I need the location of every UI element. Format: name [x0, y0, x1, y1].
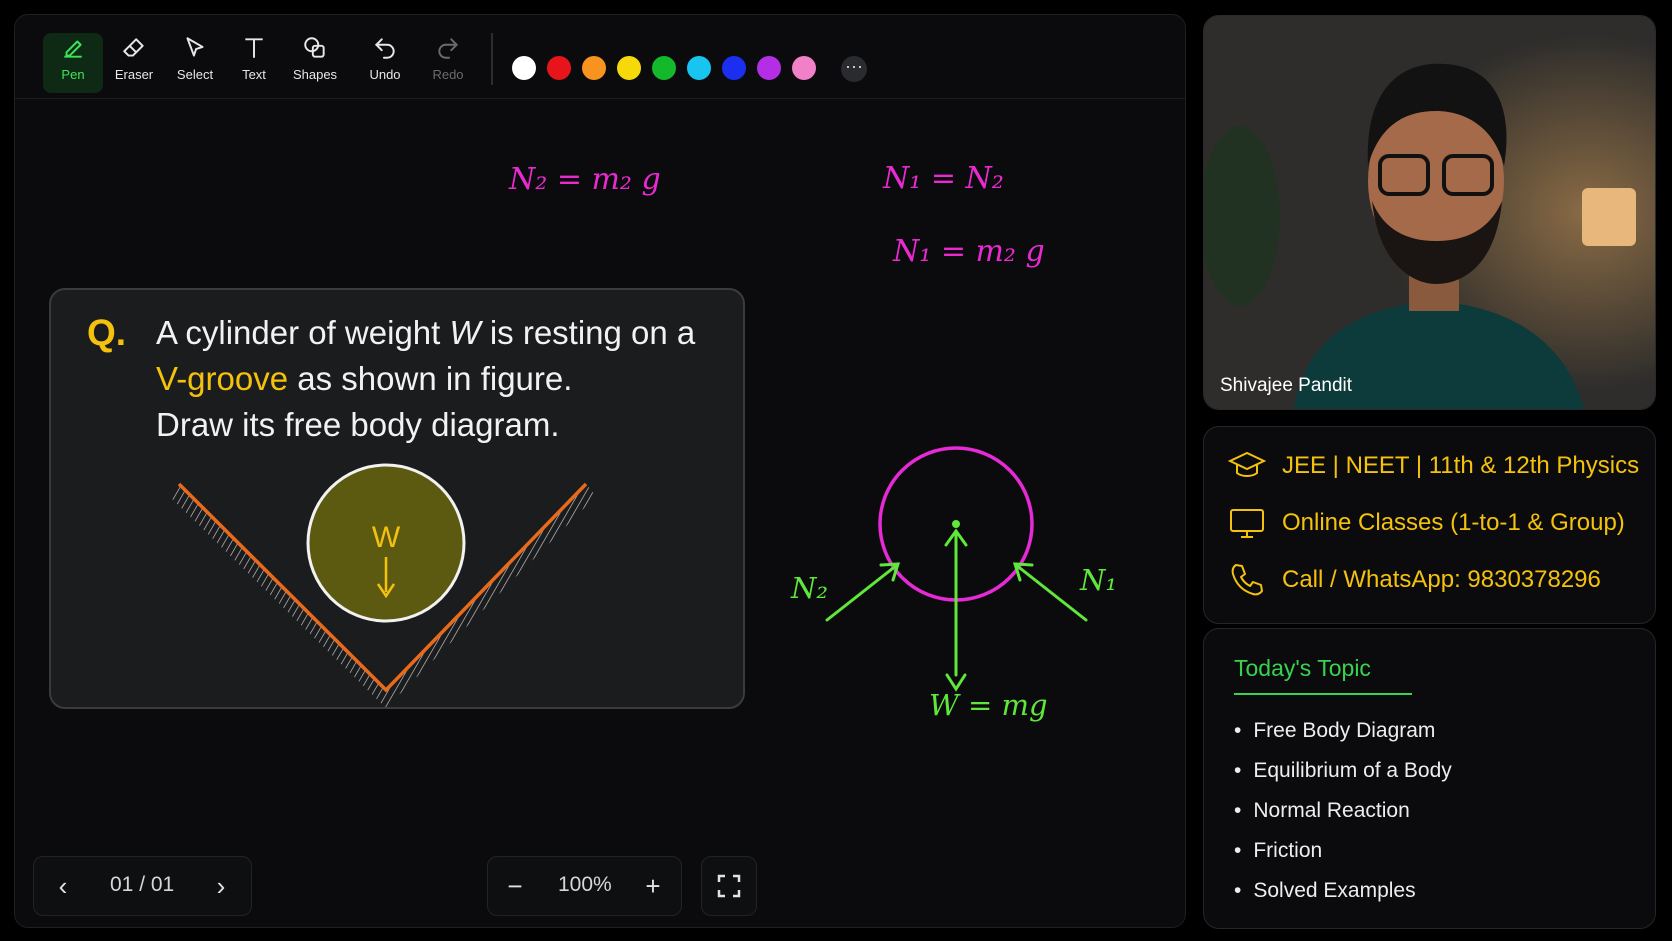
topic-title: Today's Topic — [1234, 655, 1371, 681]
info-row-classes: Online Classes (1-to-1 & Group) — [1228, 504, 1625, 542]
info-row-subjects: JEE | NEET | 11th & 12th Physics — [1228, 447, 1639, 485]
question-card: Q. A cylinder of weight W is resting on … — [49, 288, 745, 709]
background-lamp — [1582, 188, 1636, 246]
presenter-name: Shivajee Pandit — [1220, 375, 1353, 396]
info-panel: JEE | NEET | 11th & 12th Physics Online … — [1203, 426, 1656, 624]
equation-n1-n2: N₁ = N₂ — [882, 161, 1004, 196]
page-navigator: ‹ 01 / 01 › — [33, 856, 252, 916]
page-indicator: 01 / 01 — [110, 873, 175, 896]
info-text: JEE | NEET | 11th & 12th Physics — [1282, 452, 1640, 479]
zoom-control: − 100% + — [487, 856, 682, 916]
topic-title-underline — [1234, 693, 1412, 695]
equation-n1-weight: N₁ = m₂ g — [892, 234, 1045, 269]
zoom-level: 100% — [558, 873, 612, 896]
figure-weight-label: W — [372, 521, 401, 554]
fbd-label-n2: N₂ — [790, 571, 828, 605]
presenter-scene — [1204, 16, 1655, 409]
fbd-label-weight: W = mg — [929, 688, 1048, 722]
next-page-button[interactable]: › — [204, 869, 238, 903]
list-item: Normal Reaction — [1234, 791, 1452, 831]
graduation-cap-icon — [1228, 451, 1266, 477]
fbd-center-dot — [952, 520, 960, 528]
list-item: Free Body Diagram — [1234, 711, 1452, 751]
zoom-out-button[interactable]: − — [498, 869, 532, 903]
presenter-video: Shivajee Pandit — [1203, 15, 1656, 410]
list-item: Equilibrium of a Body — [1234, 751, 1451, 791]
equation-n2-weight: N₂ = m₂ g — [508, 162, 661, 197]
fullscreen-icon — [717, 874, 741, 898]
list-item: Friction — [1234, 831, 1452, 871]
fbd-label-n1: N₁ — [1079, 563, 1117, 597]
info-text: Online Classes (1-to-1 & Group) — [1282, 509, 1625, 536]
topic-list: Free Body Diagram Equilibrium of a Body … — [1234, 711, 1452, 911]
list-item: Solved Examples — [1234, 871, 1452, 911]
fbd-force-arrows — [825, 528, 1088, 692]
prev-page-button[interactable]: ‹ — [46, 869, 80, 903]
fullscreen-button[interactable] — [701, 856, 757, 916]
phone-icon — [1231, 564, 1263, 596]
whiteboard[interactable]: Pen Eraser Select Text Shapes Undo Redo … — [14, 14, 1186, 928]
zoom-in-button[interactable]: + — [636, 869, 670, 903]
info-row-phone: Call / WhatsApp: 9830378296 — [1228, 561, 1601, 599]
monitor-icon — [1230, 509, 1264, 538]
info-text: Call / WhatsApp: 9830378296 — [1282, 566, 1601, 593]
topic-panel: Today's Topic Free Body Diagram Equilibr… — [1203, 628, 1656, 929]
v-groove-figure: W — [169, 463, 596, 707]
